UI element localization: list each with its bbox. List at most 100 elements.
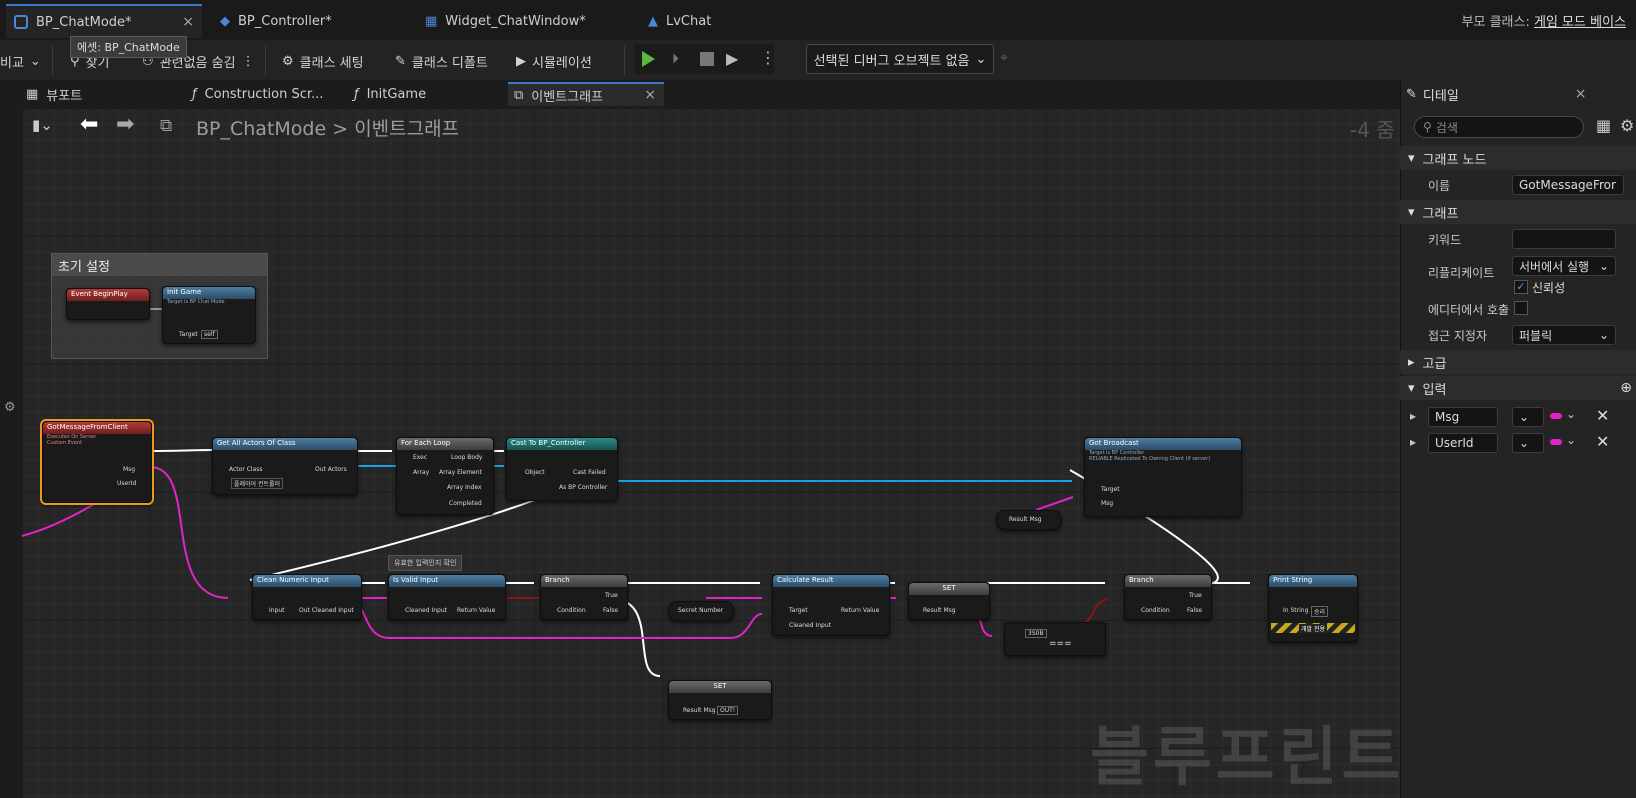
row-replicates: 리플리케이트 서버에서 실행 ⌄ ✓ 신뢰성 <box>1400 254 1636 296</box>
search-icon: ⚲ <box>1423 120 1432 134</box>
pin-object[interactable]: Object <box>525 469 545 476</box>
node-title: SET <box>669 681 771 693</box>
search-placeholder: 검색 <box>1435 120 1458 135</box>
node-is-valid-input[interactable]: Is Valid Input Cleaned Input Return Valu… <box>388 574 506 620</box>
remove-icon[interactable]: ✕ <box>1596 406 1609 425</box>
details-tab[interactable]: ✎ 디테일 × <box>1406 82 1587 106</box>
pin-loop-body[interactable]: Loop Body <box>451 454 482 461</box>
pin-array-element[interactable]: Array Element <box>439 469 482 476</box>
input-name-field[interactable]: Msg <box>1428 407 1498 427</box>
remove-icon[interactable]: ✕ <box>1596 432 1609 451</box>
chevron-down-icon: ▾ <box>1408 204 1415 220</box>
pin-cast-failed[interactable]: Cast Failed <box>573 469 606 476</box>
pin-target[interactable]: Target <box>1101 486 1120 493</box>
chevron-down-icon[interactable]: ⌄ <box>1566 433 1576 447</box>
node-init-game[interactable]: Init Game Target is BP Chat Mode Target … <box>162 286 256 344</box>
node-print-string[interactable]: Print String In String 승리 개발 전용 <box>1268 574 1358 642</box>
add-input-icon[interactable]: ⊕ <box>1620 380 1632 396</box>
chevron-right-icon[interactable]: ▸ <box>1410 435 1416 449</box>
pin-false[interactable]: False <box>1187 607 1202 614</box>
section-graph-node[interactable]: ▾ 그래프 노드 <box>1400 146 1636 170</box>
pin-class-value[interactable]: 플레이어 컨트롤러 <box>231 478 284 489</box>
pin-cleaned-input[interactable]: Cleaned Input <box>789 622 831 629</box>
node-get-all-actors-of-class[interactable]: Get All Actors Of Class Actor Class 플레이어… <box>212 437 358 495</box>
pin-array-index[interactable]: Array Index <box>447 484 482 491</box>
pin-userid[interactable]: UserId <box>117 480 136 487</box>
section-graph[interactable]: ▾ 그래프 <box>1400 200 1636 224</box>
pin-secret-number[interactable]: Secret Number <box>678 607 723 614</box>
node-branch-1[interactable]: Branch True Condition False <box>540 574 628 620</box>
pin-completed[interactable]: Completed <box>449 500 482 507</box>
pin-target[interactable]: Target <box>179 331 198 338</box>
pin-in-string-value[interactable]: 승리 <box>1311 606 1329 617</box>
pin-exec[interactable]: Exec <box>413 454 427 461</box>
chevron-right-icon: ▸ <box>1408 354 1415 370</box>
node-clean-numeric-input[interactable]: Clean Numeric Input Input Out Cleaned In… <box>252 574 362 620</box>
chevron-down-icon[interactable]: ⌄ <box>1566 407 1576 421</box>
node-calculate-result[interactable]: Calculate Result Target Return Value Cle… <box>772 574 890 636</box>
pin-return-value[interactable]: Return Value <box>457 607 495 614</box>
chevron-right-icon[interactable]: ▸ <box>1410 409 1416 423</box>
node-event-beginplay[interactable]: Event BeginPlay <box>66 288 150 320</box>
input-type-dropdown[interactable]: ⌄ <box>1512 407 1544 427</box>
pin-as-bp-controller[interactable]: As BP Controller <box>559 484 607 491</box>
pin-result-msg-value[interactable]: OUT! <box>717 706 739 715</box>
access-value: 퍼블릭 <box>1519 328 1553 343</box>
pin-out-actors[interactable]: Out Actors <box>315 466 347 473</box>
pin-equal-value[interactable]: 3S0B <box>1025 629 1047 638</box>
node-secret-number-getter[interactable]: Secret Number <box>668 601 734 621</box>
node-cast-to-bp-controller[interactable]: Cast To BP_Controller Object Cast Failed… <box>506 437 618 501</box>
node-set-result-msg-out[interactable]: SET Result Msg OUT! <box>668 680 772 720</box>
pin-true[interactable]: True <box>1189 592 1202 599</box>
pin-input[interactable]: Input <box>269 607 285 614</box>
pin-cleaned-input[interactable]: Cleaned Input <box>405 607 447 614</box>
pin-target[interactable]: Target <box>789 607 808 614</box>
parent-class-label: 부모 클래스: <box>1461 15 1530 30</box>
node-result-msg-getter[interactable]: Result Msg <box>996 510 1062 530</box>
pin-condition[interactable]: Condition <box>1141 607 1170 614</box>
pin-result-msg[interactable]: Result Msg <box>923 607 956 614</box>
pin-actor-class[interactable]: Actor Class <box>229 466 262 473</box>
node-title: Print String <box>1269 575 1357 587</box>
pin-array[interactable]: Array <box>413 469 429 476</box>
pin-msg[interactable]: Msg <box>1101 500 1113 507</box>
replicates-dropdown[interactable]: 서버에서 실행 ⌄ <box>1512 256 1616 276</box>
pin-condition[interactable]: Condition <box>557 607 586 614</box>
close-icon[interactable]: × <box>1575 86 1587 102</box>
parent-class-link[interactable]: 게임 모드 베이스 <box>1534 15 1626 30</box>
pin-result-msg[interactable]: Result Msg <box>1009 516 1042 523</box>
details-search-input[interactable]: ⚲ 검색 <box>1414 116 1584 138</box>
keywords-field[interactable] <box>1512 229 1616 249</box>
node-set-result-msg[interactable]: SET Result Msg <box>908 582 990 620</box>
table-view-icon[interactable]: ▦ <box>1596 116 1611 135</box>
node-branch-2[interactable]: Branch True Condition False <box>1124 574 1212 620</box>
parent-class: 부모 클래스: 게임 모드 베이스 <box>1462 11 1626 30</box>
pin-false[interactable]: False <box>603 607 618 614</box>
node-got-broadcast[interactable]: Got Broadcast Target is BP Controller RE… <box>1084 437 1242 517</box>
input-row: ▸ Msg ⌄ ⌄ ✕ <box>1400 404 1636 430</box>
pin-result-msg[interactable]: Result Msg <box>683 707 716 714</box>
node-title: GotMessageFromClient <box>43 422 151 434</box>
node-subtitle: Target is BP Chat Mode <box>167 299 225 305</box>
pin-out-cleaned-input[interactable]: Out Cleaned Input <box>299 607 354 614</box>
node-for-each-loop[interactable]: For Each Loop Exec Loop Body Array Array… <box>396 437 494 515</box>
reliable-checkbox[interactable]: ✓ <box>1514 280 1528 294</box>
pin-self-value[interactable]: self <box>201 330 218 339</box>
access-dropdown[interactable]: 퍼블릭 ⌄ <box>1512 325 1616 345</box>
node-title: Branch <box>541 575 627 587</box>
pin-msg[interactable]: Msg <box>123 466 135 473</box>
node-title: Branch <box>1125 575 1211 587</box>
node-got-message-from-client[interactable]: GotMessageFromClient Executes On Server … <box>40 419 154 505</box>
input-name-field[interactable]: UserId <box>1428 433 1498 453</box>
chevron-down-icon: ▾ <box>1408 150 1415 166</box>
name-field[interactable]: GotMessageFror <box>1512 175 1624 195</box>
pin-true[interactable]: True <box>605 592 618 599</box>
node-equal-string[interactable]: 3S0B === <box>1004 622 1106 656</box>
section-advanced[interactable]: ▸ 고급 <box>1400 350 1636 374</box>
gear-icon[interactable]: ⚙ <box>1620 116 1634 135</box>
section-inputs[interactable]: ▾ 입력 ⊕ <box>1400 376 1636 400</box>
call-in-editor-checkbox[interactable] <box>1514 301 1528 315</box>
pin-return-value[interactable]: Return Value <box>841 607 879 614</box>
input-type-dropdown[interactable]: ⌄ <box>1512 433 1544 453</box>
pin-in-string[interactable]: In String <box>1283 607 1308 614</box>
